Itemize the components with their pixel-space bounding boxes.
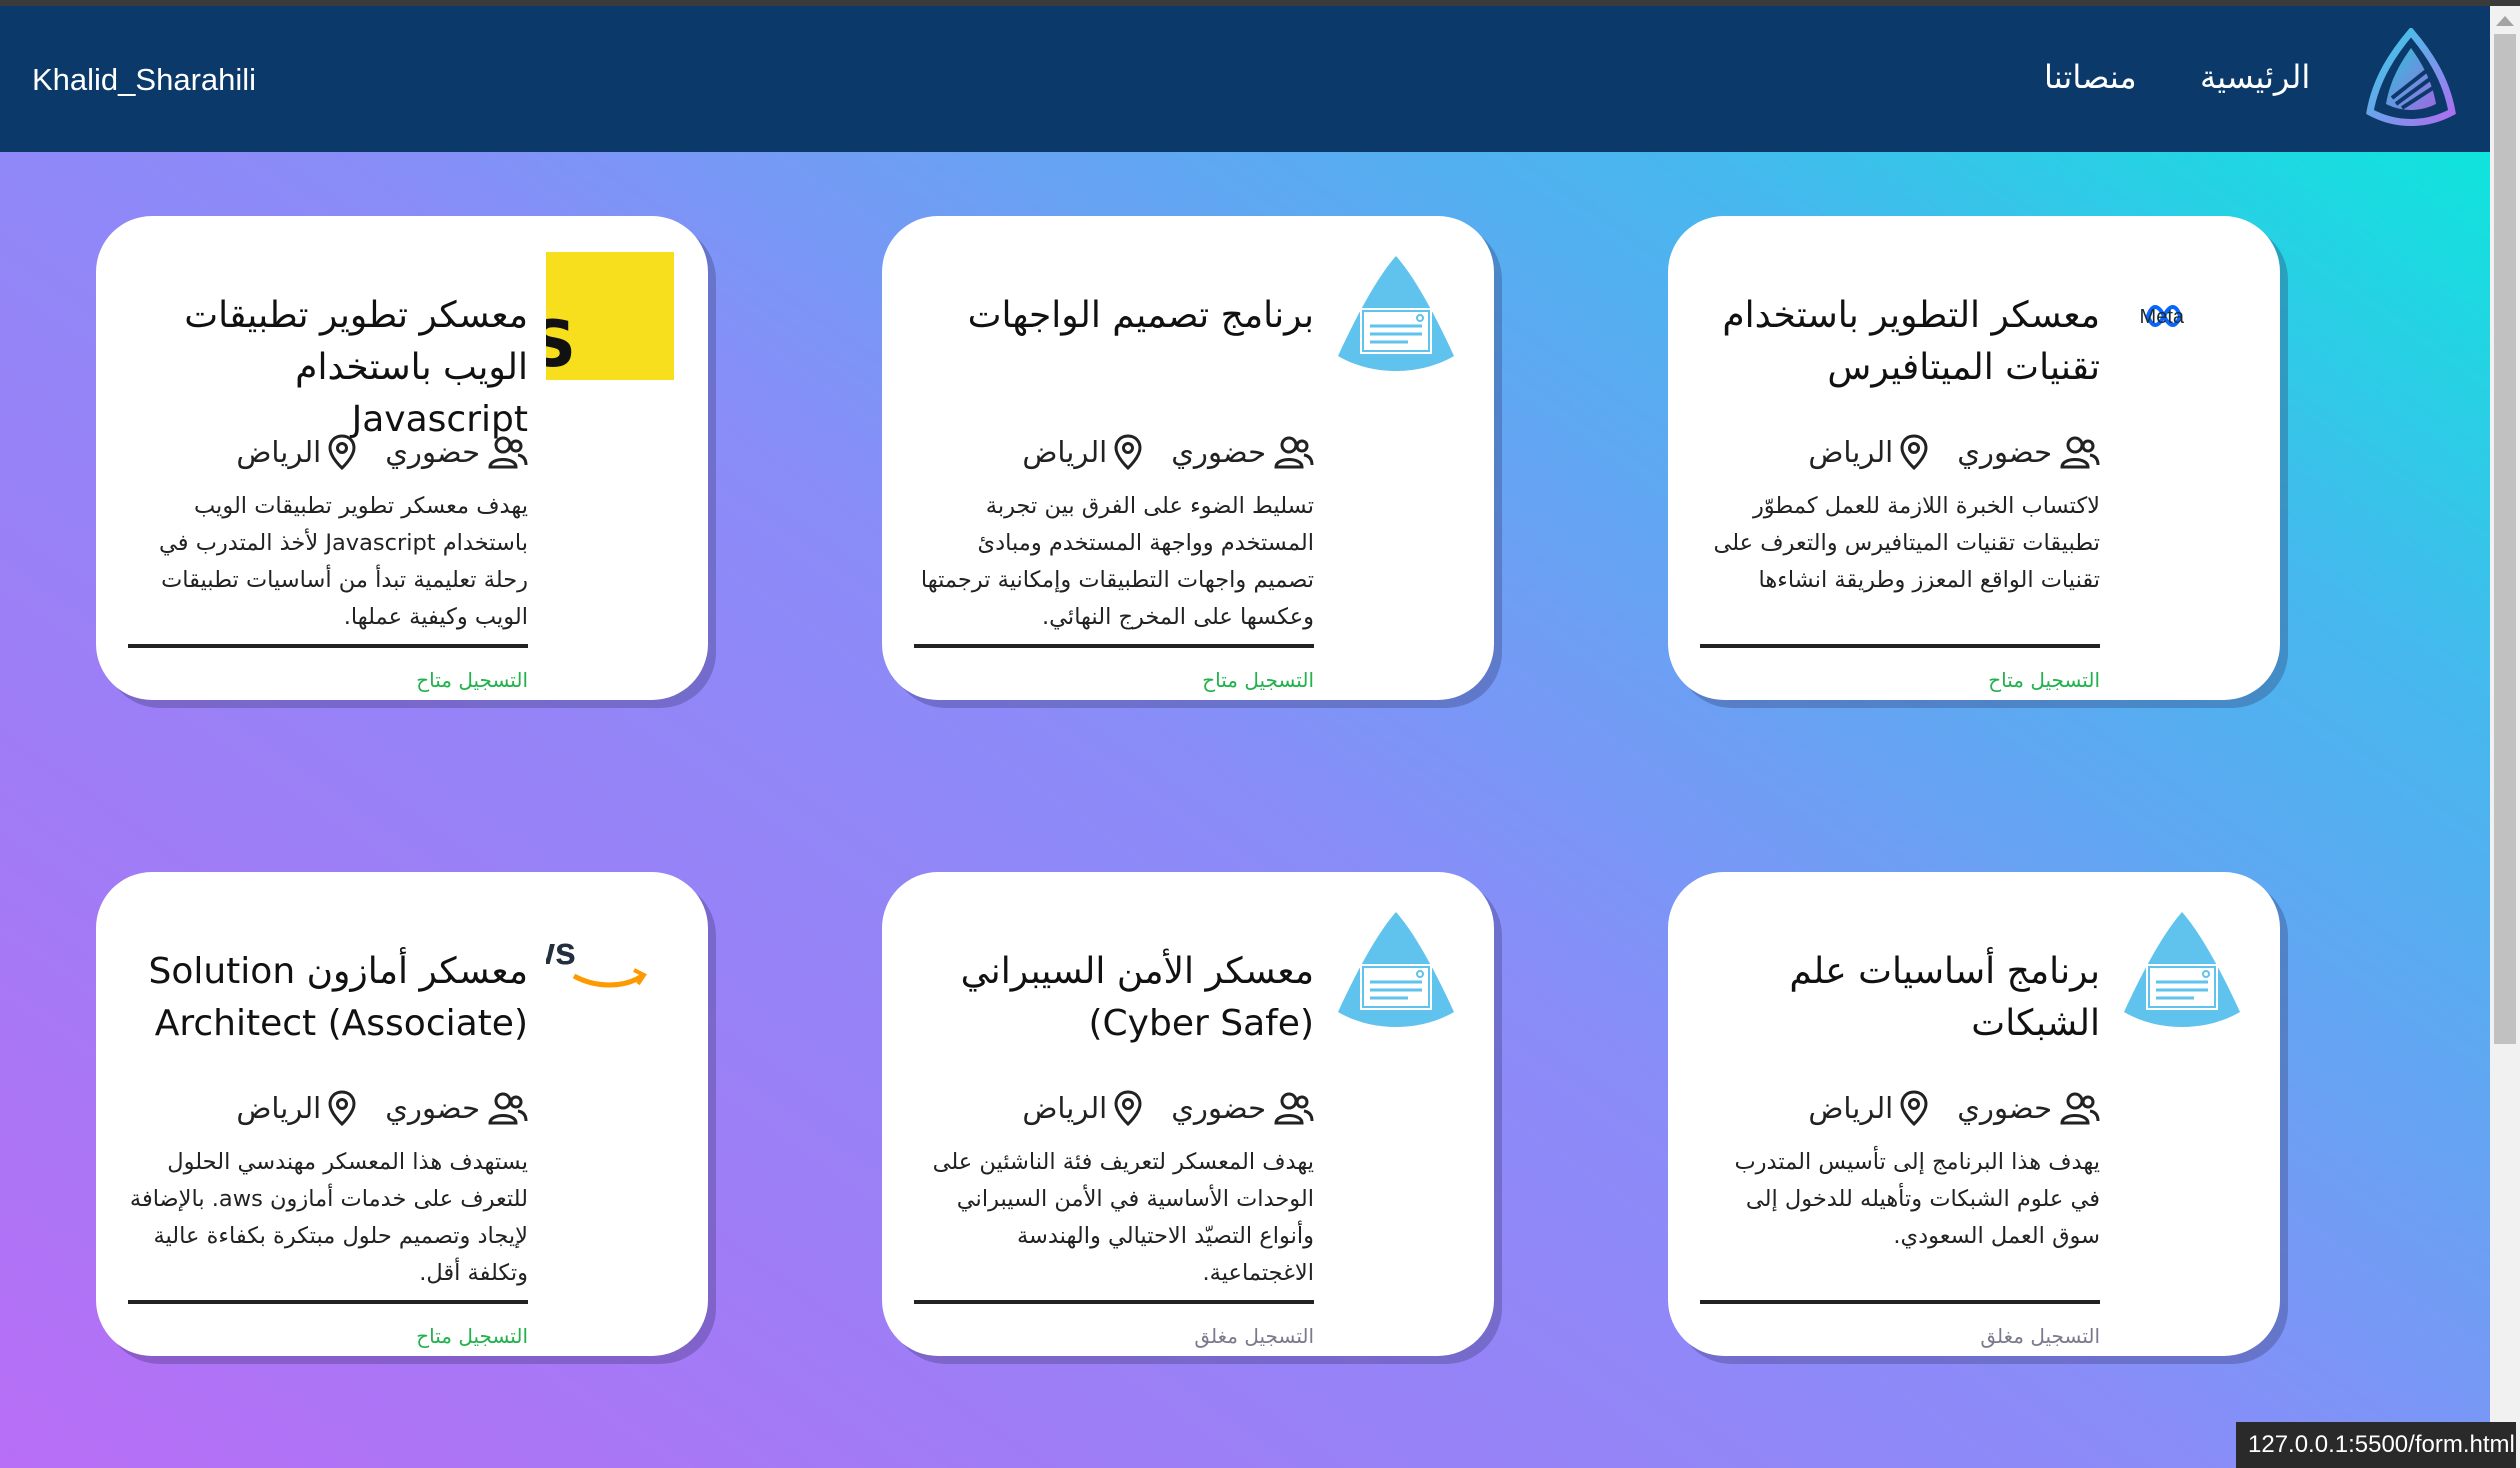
divider [1700, 644, 2100, 648]
location-pin-icon [1114, 434, 1142, 471]
course-card[interactable]: JS معسكر تطوير تطبيقات الويب باستخدام Ja… [96, 216, 708, 700]
scroll-up-icon[interactable] [2496, 16, 2514, 26]
course-title: معسكر تطوير تطبيقات الويب باستخدام Javas… [184, 295, 528, 440]
course-city: الرياض [1808, 435, 1894, 469]
course-city: الرياض [236, 1091, 322, 1125]
course-description: يهدف المعسكر لتعريف فئة الناشئين على الو… [932, 1149, 1314, 1286]
registration-status-link[interactable]: التسجيل متاح [416, 668, 528, 692]
javascript-logo-icon: JS [546, 252, 674, 380]
location-pin-icon [1900, 434, 1928, 471]
course-city: الرياض [1022, 1091, 1108, 1125]
location-pin-icon [328, 1090, 356, 1127]
course-description: لاكتساب الخبرة اللازمة للعمل كمطوّر تطبي… [1713, 493, 2100, 593]
course-title: معسكر التطوير باستخدام تقنيات الميتافيرس [1722, 295, 2100, 388]
course-meta: حضوري الرياض [128, 1086, 528, 1130]
course-mode: حضوري [1171, 1091, 1266, 1125]
certificate-icon [2124, 912, 2240, 1027]
course-card[interactable]: Meta معسكر التطوير باستخدام تقنيات الميت… [1668, 216, 2280, 700]
course-card[interactable]: aws معسكر أمازون Solution Architect (Ass… [96, 872, 708, 1356]
navbar: Khalid_Sharahili منصاتنا الرئيسية [0, 6, 2490, 152]
divider [128, 644, 528, 648]
status-bar-url: 127.0.0.1:5500/form.html [2236, 1422, 2516, 1468]
course-meta: حضوري الرياض [128, 430, 528, 474]
course-city: الرياض [236, 435, 322, 469]
course-city: الرياض [1808, 1091, 1894, 1125]
course-description: يهدف هذا البرنامج إلى تأسيس المتدرب في ع… [1734, 1149, 2100, 1249]
course-meta: حضوري الرياض [914, 430, 1314, 474]
registration-status-link[interactable]: التسجيل مغلق [1194, 1324, 1314, 1348]
page-background: Khalid_Sharahili منصاتنا الرئيسية Meta م… [0, 6, 2490, 1468]
divider [1700, 1300, 2100, 1304]
users-icon [1274, 1092, 1314, 1125]
course-mode: حضوري [385, 435, 480, 469]
course-mode: حضوري [1957, 435, 2052, 469]
course-mode: حضوري [385, 1091, 480, 1125]
course-title: معسكر أمازون Solution Architect (Associa… [148, 951, 528, 1044]
meta-logo-icon: Meta [2140, 305, 2185, 328]
course-card[interactable]: معسكر الأمن السيبراني (Cyber Safe) حضوري… [882, 872, 1494, 1356]
location-pin-icon [328, 434, 356, 471]
course-mode: حضوري [1171, 435, 1266, 469]
divider [128, 1300, 528, 1304]
certificate-icon [1338, 256, 1454, 371]
certificate-icon [1338, 912, 1454, 1027]
course-meta: حضوري الرياض [1700, 1086, 2100, 1130]
location-pin-icon [1114, 1090, 1142, 1127]
registration-status-link[interactable]: التسجيل متاح [1988, 668, 2100, 692]
svg-text:JS: JS [546, 308, 576, 380]
course-city: الرياض [1022, 435, 1108, 469]
course-card[interactable]: برنامج أساسيات علم الشبكات حضوري الرياض … [1668, 872, 2280, 1356]
course-meta: حضوري الرياض [1700, 430, 2100, 474]
username-label[interactable]: Khalid_Sharahili [32, 62, 256, 98]
aws-logo-icon: aws [546, 931, 647, 988]
registration-status-link[interactable]: التسجيل متاح [1202, 668, 1314, 692]
location-pin-icon [1900, 1090, 1928, 1127]
course-title: معسكر الأمن السيبراني (Cyber Safe) [960, 951, 1314, 1044]
brand-tuwaiq-logo-icon[interactable] [2366, 28, 2456, 132]
users-icon [488, 1092, 528, 1125]
course-description: يهدف معسكر تطوير تطبيقات الويب باستخدام … [159, 493, 528, 630]
course-description: تسليط الضوء على الفرق بين تجربة المستخدم… [920, 493, 1314, 630]
divider [914, 644, 1314, 648]
users-icon [2060, 1092, 2100, 1125]
nav-link-platforms[interactable]: منصاتنا [2044, 58, 2137, 96]
users-icon [2060, 436, 2100, 469]
course-description: يستهدف هذا المعسكر مهندسي الحلول للتعرف … [129, 1149, 528, 1286]
course-card[interactable]: برنامج تصميم الواجهات حضوري الرياض تسليط… [882, 216, 1494, 700]
course-meta: حضوري الرياض [914, 1086, 1314, 1130]
svg-text:aws: aws [546, 931, 576, 973]
course-mode: حضوري [1957, 1091, 2052, 1125]
course-title: برنامج تصميم الواجهات [967, 295, 1314, 336]
registration-status-link[interactable]: التسجيل مغلق [1980, 1324, 2100, 1348]
users-icon [1274, 436, 1314, 469]
users-icon [488, 436, 528, 469]
scrollbar-thumb[interactable] [2494, 34, 2516, 1044]
nav-link-home[interactable]: الرئيسية [2200, 58, 2310, 96]
divider [914, 1300, 1314, 1304]
svg-text:Meta: Meta [2140, 306, 2185, 328]
registration-status-link[interactable]: التسجيل متاح [416, 1324, 528, 1348]
course-title: برنامج أساسيات علم الشبكات [1789, 951, 2100, 1044]
